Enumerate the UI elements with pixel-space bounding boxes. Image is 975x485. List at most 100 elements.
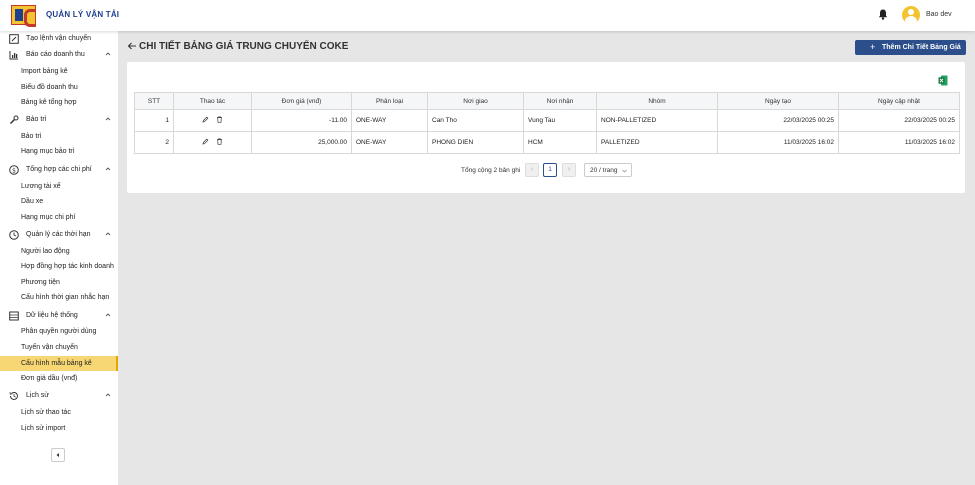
sidebar-item-label: Hạng mục bảo trì [21,148,75,155]
column-header[interactable]: Ngày cập nhật [838,92,960,110]
app-title: QUẢN LÝ VẬN TẢI [46,10,120,19]
page-number-button[interactable]: 1 [543,163,557,177]
sidebar-item-maintenance-category[interactable]: Hạng mục bảo trì [0,144,118,159]
excel-export-icon[interactable] [938,75,948,86]
svg-text:$: $ [12,167,16,174]
sidebar-item-label: Dầu xe [21,198,44,205]
bar-chart-icon [9,51,18,60]
column-header[interactable]: Thao tác [173,92,252,110]
sidebar-group-label: Báo cáo doanh thu [26,51,85,58]
history-icon [9,391,18,400]
user-avatar[interactable] [902,6,920,24]
top-bar: QUẢN LÝ VẬN TẢI Bao dev [0,0,975,31]
table-header-row: STT Thao tác Đơn giá (vnđ) Phân loại Nơi… [134,92,960,110]
sidebar-group-system-data[interactable]: Dữ liệu hệ thống [0,308,118,324]
plus-icon: + [870,42,876,52]
sidebar-group-create-order[interactable]: Tạo lệnh vận chuyển [0,31,118,47]
sidebar-item-import-statement[interactable]: Import bảng kê [0,64,118,79]
dollar-icon: $ [9,165,19,175]
delete-icon[interactable] [216,138,223,145]
table-row: 1 -11.00 ONE-WAY Can Tho Vung Tau NON-PA… [134,109,960,132]
sidebar-item-label: Đơn giá dầu (vnđ) [21,375,78,382]
sidebar-collapse-button[interactable] [51,448,65,462]
notification-bell-icon[interactable] [878,9,888,20]
sidebar-group-costs[interactable]: $ Tổng hợp các chi phí [0,162,118,178]
sidebar-item-label: Biểu đồ doanh thu [21,84,78,91]
sidebar-group-label: Dữ liệu hệ thống [26,312,78,319]
sidebar-group-history[interactable]: Lịch sử [0,388,118,404]
column-header[interactable]: STT [134,92,174,110]
back-arrow-icon[interactable] [127,41,137,51]
sidebar-item-label: Cấu hình mẫu bảng kê [21,360,92,367]
sidebar-group-label: Tổng hợp các chi phí [26,166,92,173]
column-header[interactable]: Phân loại [351,92,428,110]
cell-from: Can Tho [427,109,524,132]
cell-price: -11.00 [251,109,352,132]
sidebar-item-label: Người lao động [21,248,70,255]
column-header[interactable]: Ngày tạo [717,92,839,110]
chevron-up-icon [105,52,111,56]
sidebar-item-revenue-chart[interactable]: Biểu đồ doanh thu [0,80,118,95]
sidebar-item-action-history[interactable]: Lịch sử thao tác [0,405,118,420]
cell-actions [173,109,252,132]
sidebar-item-cost-category[interactable]: Hạng mục chi phí [0,210,118,225]
sidebar-item-user-permissions[interactable]: Phân quyền người dùng [0,324,118,339]
sidebar-item-statement-template[interactable]: Cấu hình mẫu bảng kê [0,356,118,371]
page-size-select[interactable]: 20 / trang [584,163,632,177]
cell-from: PHONG DIEN [427,131,524,154]
column-header[interactable]: Đơn giá (vnđ) [251,92,352,110]
sidebar-item-summary-statement[interactable]: Bảng kê tổng hợp [0,95,118,110]
sidebar-item-import-history[interactable]: Lịch sử import [0,421,118,436]
cell-updated: 11/03/2025 16:02 [838,131,960,154]
delete-icon[interactable] [216,116,223,123]
company-logo[interactable] [11,5,36,27]
prev-page-button[interactable]: ‹ [525,163,539,177]
cell-to: Vung Tau [523,109,597,132]
sidebar-item-label: Lịch sử thao tác [21,409,71,416]
chevron-up-icon [105,117,111,121]
column-header[interactable]: Nhóm [596,92,718,110]
cell-actions [173,131,252,154]
sidebar-item-label: Tuyến vận chuyển [21,344,78,351]
database-icon [9,311,19,321]
sidebar: Tạo lệnh vận chuyển Báo cáo doanh thu Im… [0,31,118,485]
sidebar-item-label: Phương tiện [21,279,60,286]
chevron-up-icon [105,393,111,397]
page-size-value: 20 / trang [590,167,618,174]
edit-icon[interactable] [202,116,209,123]
wrench-icon [9,115,19,125]
cell-updated: 22/03/2025 00:25 [838,109,960,132]
page-title: CHI TIẾT BẢNG GIÁ TRUNG CHUYỂN COKE [139,41,349,52]
sidebar-item-fuel[interactable]: Dầu xe [0,194,118,209]
sidebar-group-revenue-report[interactable]: Báo cáo doanh thu [0,47,118,63]
cell-stt: 2 [134,131,174,154]
sidebar-item-label: Import bảng kê [21,68,68,75]
sidebar-group-deadlines[interactable]: Quản lý các thời hạn [0,227,118,243]
sidebar-item-label: Lương tài xế [21,183,61,190]
sidebar-group-maintenance[interactable]: Bảo trì [0,112,118,128]
pagination-total: Tổng cộng 2 bản ghi [461,167,521,174]
sidebar-item-transport-routes[interactable]: Tuyến vận chuyển [0,340,118,355]
cell-stt: 1 [134,109,174,132]
sidebar-item-fuel-price[interactable]: Đơn giá dầu (vnđ) [0,371,118,386]
sidebar-item-business-contract[interactable]: Hợp đồng hợp tác kinh doanh [0,259,118,274]
next-page-button[interactable]: › [562,163,576,177]
add-button-label: Thêm Chi Tiết Bảng Giá [882,44,961,51]
sidebar-item-label: Bảo trì [21,133,42,140]
sidebar-item-vehicles[interactable]: Phương tiện [0,275,118,290]
sidebar-item-maintenance[interactable]: Bảo trì [0,129,118,144]
sidebar-item-driver-salary[interactable]: Lương tài xế [0,179,118,194]
cell-group: PALLETIZED [596,131,718,154]
edit-icon[interactable] [202,138,209,145]
column-header[interactable]: Nơi giao [427,92,524,110]
chevron-up-icon [105,313,111,317]
add-price-detail-button[interactable]: + Thêm Chi Tiết Bảng Giá [855,40,966,55]
chevron-down-icon [622,169,627,173]
column-header[interactable]: Nơi nhận [523,92,597,110]
chevron-up-icon [105,232,111,236]
cell-to: HCM [523,131,597,154]
sidebar-item-reminder-config[interactable]: Cấu hình thời gian nhắc hạn [0,290,118,305]
sidebar-item-workers[interactable]: Người lao động [0,244,118,259]
username-label[interactable]: Bao dev [926,11,952,18]
sidebar-item-label: Bảng kê tổng hợp [21,99,77,106]
